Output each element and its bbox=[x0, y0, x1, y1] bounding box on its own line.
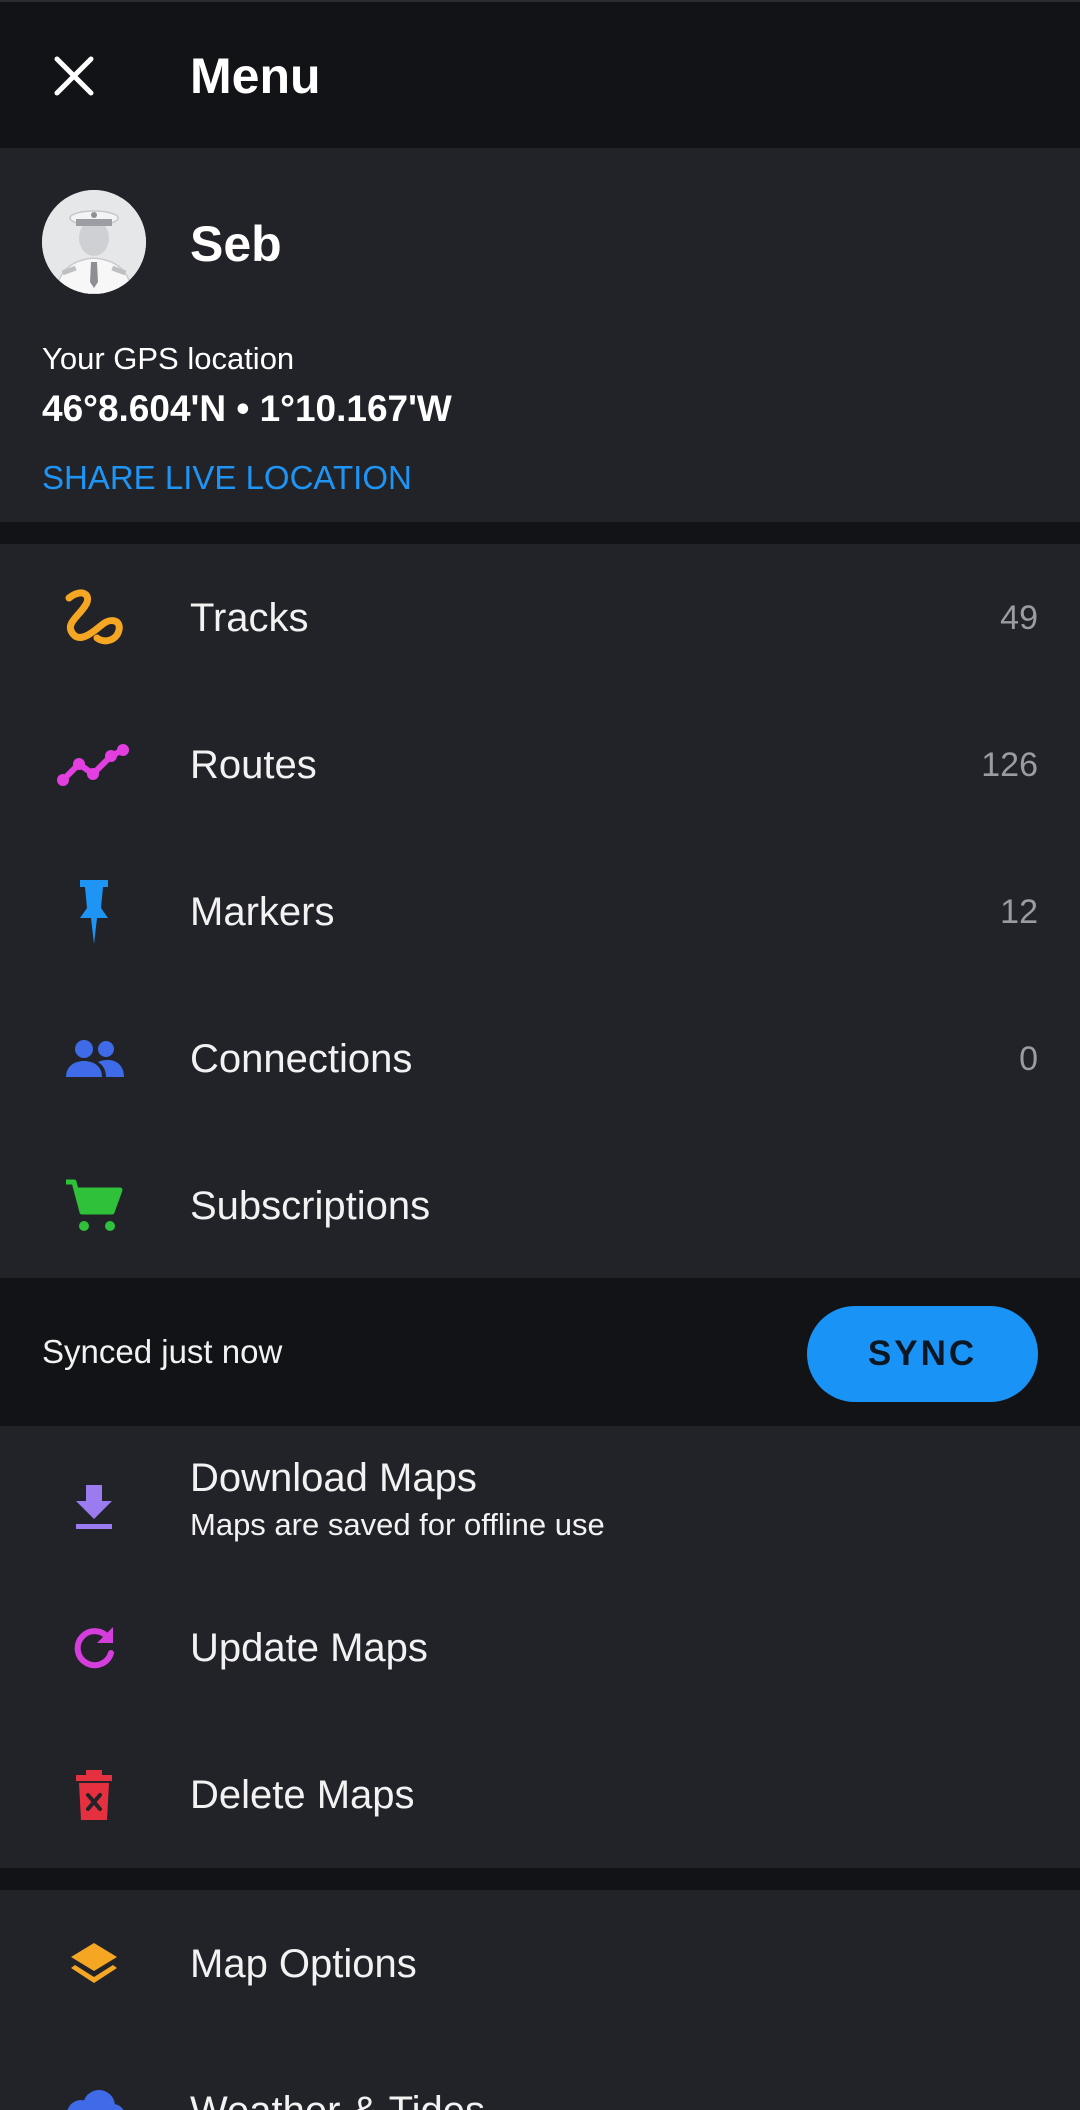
sync-bar: Synced just now SYNC bbox=[0, 1278, 1080, 1426]
sync-button[interactable]: SYNC bbox=[807, 1306, 1038, 1402]
menu-item-update-maps[interactable]: Update Maps bbox=[0, 1574, 1080, 1721]
gps-location-label: Your GPS location bbox=[42, 341, 295, 376]
menu-item-label: Subscriptions bbox=[190, 1183, 431, 1228]
people-icon bbox=[54, 1025, 134, 1093]
menu-item-label: Map Options bbox=[190, 1941, 417, 1986]
download-maps-text: Download Maps Maps are saved for offline… bbox=[190, 1454, 605, 1544]
refresh-icon bbox=[54, 1614, 134, 1682]
close-icon bbox=[54, 56, 94, 96]
profile-section: Seb Your GPS location 46°8.604'N • 1°10.… bbox=[0, 148, 1080, 522]
menu-item-markers[interactable]: Markers 12 bbox=[0, 838, 1080, 985]
download-icon bbox=[54, 1472, 134, 1540]
menu-item-label: Download Maps bbox=[190, 1456, 477, 1500]
pin-icon bbox=[54, 878, 134, 946]
tracks-icon bbox=[54, 584, 134, 652]
avatar[interactable] bbox=[42, 190, 146, 294]
close-button[interactable] bbox=[36, 38, 112, 114]
menu-item-subscriptions[interactable]: Subscriptions bbox=[0, 1132, 1080, 1279]
gps-coordinates: 46°8.604'N • 1°10.167'W bbox=[42, 388, 452, 429]
item-count: 12 bbox=[1000, 892, 1038, 931]
menu-item-label: Weather & Tides bbox=[190, 2087, 485, 2110]
menu-item-label: Tracks bbox=[190, 595, 309, 640]
menu-item-label: Markers bbox=[190, 889, 335, 934]
menu-screen: Menu Seb Your GPS location 46°8.604'N • … bbox=[0, 0, 1080, 2110]
routes-icon bbox=[54, 731, 134, 799]
section-divider bbox=[0, 522, 1080, 544]
section-divider bbox=[0, 1868, 1080, 1890]
item-count: 49 bbox=[1000, 598, 1038, 637]
menu-item-connections[interactable]: Connections 0 bbox=[0, 985, 1080, 1132]
share-live-location-link[interactable]: SHARE LIVE LOCATION bbox=[42, 458, 412, 498]
page-title: Menu bbox=[190, 48, 321, 104]
menu-item-label: Connections bbox=[190, 1036, 413, 1081]
sync-status: Synced just now bbox=[42, 1333, 283, 1370]
menu-item-tracks[interactable]: Tracks 49 bbox=[0, 544, 1080, 691]
item-count: 0 bbox=[1019, 1039, 1038, 1078]
menu-item-sublabel: Maps are saved for offline use bbox=[190, 1507, 605, 1542]
menu-item-weather-tides[interactable]: Weather & Tides bbox=[0, 2037, 1080, 2110]
menu-item-label: Routes bbox=[190, 742, 317, 787]
captain-avatar-icon bbox=[42, 190, 146, 294]
menu-item-label: Delete Maps bbox=[190, 1772, 415, 1817]
profile-name: Seb bbox=[190, 216, 282, 272]
cloud-icon bbox=[54, 2077, 134, 2110]
item-count: 126 bbox=[981, 745, 1038, 784]
layers-icon bbox=[54, 1930, 134, 1998]
top-app-bar: Menu bbox=[0, 0, 1080, 148]
trash-icon bbox=[54, 1761, 134, 1829]
menu-item-delete-maps[interactable]: Delete Maps bbox=[0, 1721, 1080, 1868]
cart-icon bbox=[54, 1172, 134, 1240]
menu-item-routes[interactable]: Routes 126 bbox=[0, 691, 1080, 838]
menu-item-download-maps[interactable]: Download Maps Maps are saved for offline… bbox=[0, 1426, 1080, 1586]
menu-item-map-options[interactable]: Map Options bbox=[0, 1890, 1080, 2037]
menu-item-label: Update Maps bbox=[190, 1625, 428, 1670]
sync-button-label: SYNC bbox=[867, 1334, 978, 1373]
